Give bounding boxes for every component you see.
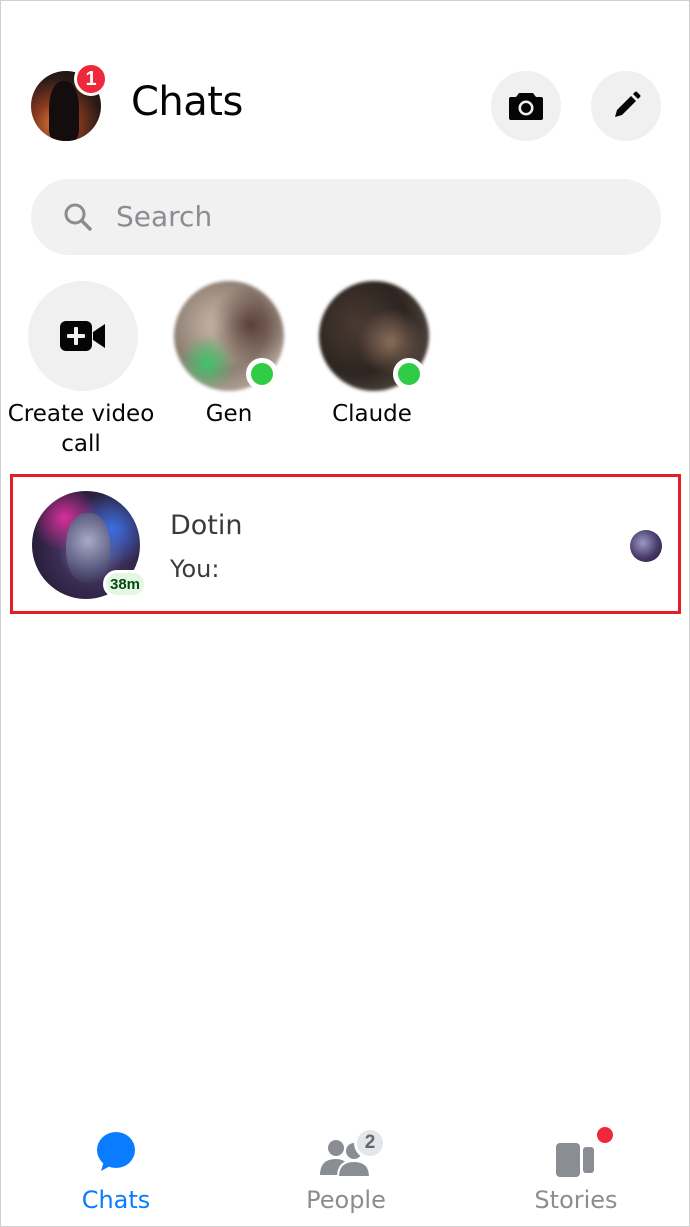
tab-label: Stories [534,1186,618,1214]
people-badge: 2 [354,1127,386,1159]
chat-name: Dotin [170,510,243,541]
search-input[interactable]: Search [31,179,661,255]
camera-button[interactable] [491,71,561,141]
pencil-icon [615,91,641,117]
seen-indicator-avatar [630,530,662,562]
search-placeholder: Search [116,200,213,233]
tab-chats[interactable]: Chats [26,1121,206,1221]
bottom-nav: Chats 2 People Stories [1,1121,689,1227]
header: 1 Chats [1,1,689,161]
tab-label: People [306,1186,386,1214]
chat-bubble-icon [97,1132,135,1171]
video-plus-icon [60,321,105,351]
online-indicator [246,358,278,390]
chat-item-dotin[interactable]: 38m Dotin You: [10,474,681,614]
tab-stories[interactable]: Stories [486,1121,666,1221]
tab-label: Chats [81,1186,151,1214]
camera-icon [509,93,543,120]
chat-preview: You: [170,555,220,583]
create-video-call-label: Create video call [7,401,155,457]
active-now-row: Create video call Gen Claude [1,276,689,466]
contact-name: Claude [332,401,412,427]
avatar-silhouette [49,81,79,141]
page-title: Chats [131,79,243,125]
tab-people[interactable]: 2 People [256,1121,436,1221]
online-indicator [393,358,425,390]
compose-button[interactable] [591,71,661,141]
stories-notification-dot [597,1127,613,1143]
notification-badge: 1 [74,62,108,96]
active-time-badge: 38m [103,570,147,598]
avatar-face [66,513,110,583]
search-icon [64,203,92,231]
create-video-call-button[interactable] [28,281,138,391]
stories-icon [556,1143,594,1177]
